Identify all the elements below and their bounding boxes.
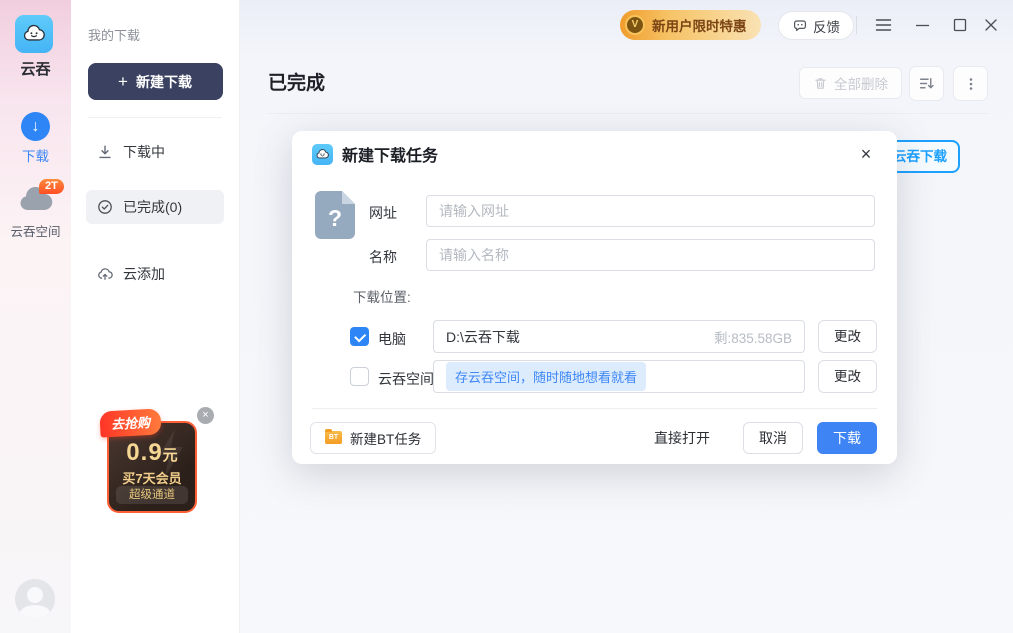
content-divider xyxy=(268,113,989,114)
nav-space-label[interactable]: 云吞空间 xyxy=(0,221,71,240)
sidebar: 我的下载 + 新建下载 下载中 已完成(0) xyxy=(71,0,240,633)
space-quota-badge: 2T xyxy=(39,179,64,194)
left-rail: 云吞 ↓ 下载 2T 云吞空间 xyxy=(0,0,71,633)
check-circle-icon xyxy=(97,199,113,215)
more-options-button[interactable] xyxy=(953,66,988,101)
sidebar-item-completed[interactable]: 已完成(0) xyxy=(86,190,224,224)
new-user-offer-badge[interactable]: V 新用户限时特惠 xyxy=(620,10,761,40)
cloud-hint-field[interactable]: 存云吞空间，随时随地想看就看 xyxy=(433,360,805,393)
change-pc-path-button[interactable]: 更改 xyxy=(818,320,877,353)
new-download-button[interactable]: + 新建下载 xyxy=(88,63,223,100)
sidebar-divider xyxy=(88,117,222,118)
free-space-hint: 剩:835.58GB xyxy=(714,327,792,347)
maximize-button[interactable] xyxy=(948,13,972,37)
pc-checkbox[interactable] xyxy=(350,327,369,346)
download-to-line-icon xyxy=(97,144,113,160)
plus-icon: + xyxy=(118,73,128,90)
new-download-label: 新建下载 xyxy=(136,72,192,92)
dialog-header: 新建下载任务 × xyxy=(292,131,897,177)
pc-path-input[interactable] xyxy=(446,329,714,345)
promo-footer: 超级通道 xyxy=(116,486,188,504)
user-avatar[interactable] xyxy=(15,579,55,619)
name-label: 名称 xyxy=(292,247,397,267)
page-title: 已完成 xyxy=(268,68,325,95)
sidebar-item-cloud-add[interactable]: 云添加 xyxy=(86,258,224,290)
bt-folder-icon: BT xyxy=(325,431,342,444)
bt-task-label: 新建BT任务 xyxy=(350,428,421,448)
dialog-close-icon[interactable]: × xyxy=(855,143,877,165)
vip-v-icon: V xyxy=(625,15,645,35)
kebab-menu-icon xyxy=(963,76,979,92)
trash-icon xyxy=(813,76,828,91)
minimize-button[interactable] xyxy=(910,13,934,37)
sort-button[interactable] xyxy=(909,66,944,101)
feedback-bubble-icon xyxy=(792,18,808,34)
dialog-title: 新建下载任务 xyxy=(342,142,438,166)
dialog-footer-divider xyxy=(312,408,877,409)
promo-price: 0.9元 xyxy=(109,439,195,467)
url-input[interactable] xyxy=(426,195,875,227)
download-location-label: 下载位置: xyxy=(353,286,411,306)
promo-subtitle: 买7天会员 xyxy=(109,468,195,487)
cloud-label[interactable]: 云吞空间 xyxy=(378,369,434,389)
promo-close-icon[interactable]: × xyxy=(197,407,214,424)
cloud-smile-icon xyxy=(21,21,47,47)
app-window: 云吞 ↓ 下载 2T 云吞空间 我的下载 + 新建下载 xyxy=(0,0,1013,633)
offer-badge-label: 新用户限时特惠 xyxy=(652,15,747,35)
nav-download-icon[interactable]: ↓ xyxy=(21,112,50,141)
app-name: 云吞 xyxy=(0,58,71,79)
dialog-logo-icon xyxy=(312,144,333,165)
delete-all-label: 全部删除 xyxy=(834,73,888,93)
sidebar-item-label: 已完成(0) xyxy=(123,197,182,217)
delete-all-button[interactable]: 全部删除 xyxy=(799,67,902,99)
titlebar-separator xyxy=(856,16,857,34)
nav-download-label[interactable]: 下载 xyxy=(0,145,71,165)
arrow-down-glyph: ↓ xyxy=(32,118,40,136)
pc-label[interactable]: 电脑 xyxy=(378,329,406,349)
new-bt-task-button[interactable]: BT 新建BT任务 xyxy=(310,422,436,454)
pc-path-field[interactable]: 剩:835.58GB xyxy=(433,320,805,353)
cloud-checkbox[interactable] xyxy=(350,367,369,386)
avatar-shoulders xyxy=(19,605,51,619)
name-input[interactable] xyxy=(426,239,875,271)
open-directly-link[interactable]: 直接打开 xyxy=(654,428,710,448)
sidebar-item-label: 下载中 xyxy=(123,142,165,162)
feedback-button[interactable]: 反馈 xyxy=(778,11,854,40)
app-logo[interactable] xyxy=(15,15,53,53)
change-cloud-button[interactable]: 更改 xyxy=(818,360,877,393)
new-download-dialog: 新建下载任务 × ? 网址 名称 下载位置: 电脑 剩:835.58GB 更改 xyxy=(292,131,897,464)
sidebar-section-title: 我的下载 xyxy=(88,25,239,44)
download-button[interactable]: 下载 xyxy=(817,422,877,454)
sort-icon xyxy=(918,75,935,92)
close-window-button[interactable] xyxy=(979,13,1003,37)
menu-icon[interactable] xyxy=(871,13,895,37)
url-label: 网址 xyxy=(292,203,397,223)
promo-price-unit: 元 xyxy=(163,447,178,464)
cloud-upload-icon xyxy=(97,266,113,282)
dialog-footer: BT 新建BT任务 直接打开 取消 下载 xyxy=(310,421,877,454)
sidebar-item-label: 云添加 xyxy=(123,264,165,284)
sidebar-item-downloading[interactable]: 下载中 xyxy=(86,136,224,168)
cancel-button[interactable]: 取消 xyxy=(743,422,803,454)
promo-ribbon[interactable]: 去抢购 xyxy=(99,408,161,437)
avatar-head xyxy=(27,587,43,603)
cloud-hint-chip: 存云吞空间，随时随地想看就看 xyxy=(446,362,646,391)
feedback-label: 反馈 xyxy=(813,16,840,36)
bt-glyph: BT xyxy=(325,431,342,444)
promo-price-number: 0.9 xyxy=(126,439,162,466)
